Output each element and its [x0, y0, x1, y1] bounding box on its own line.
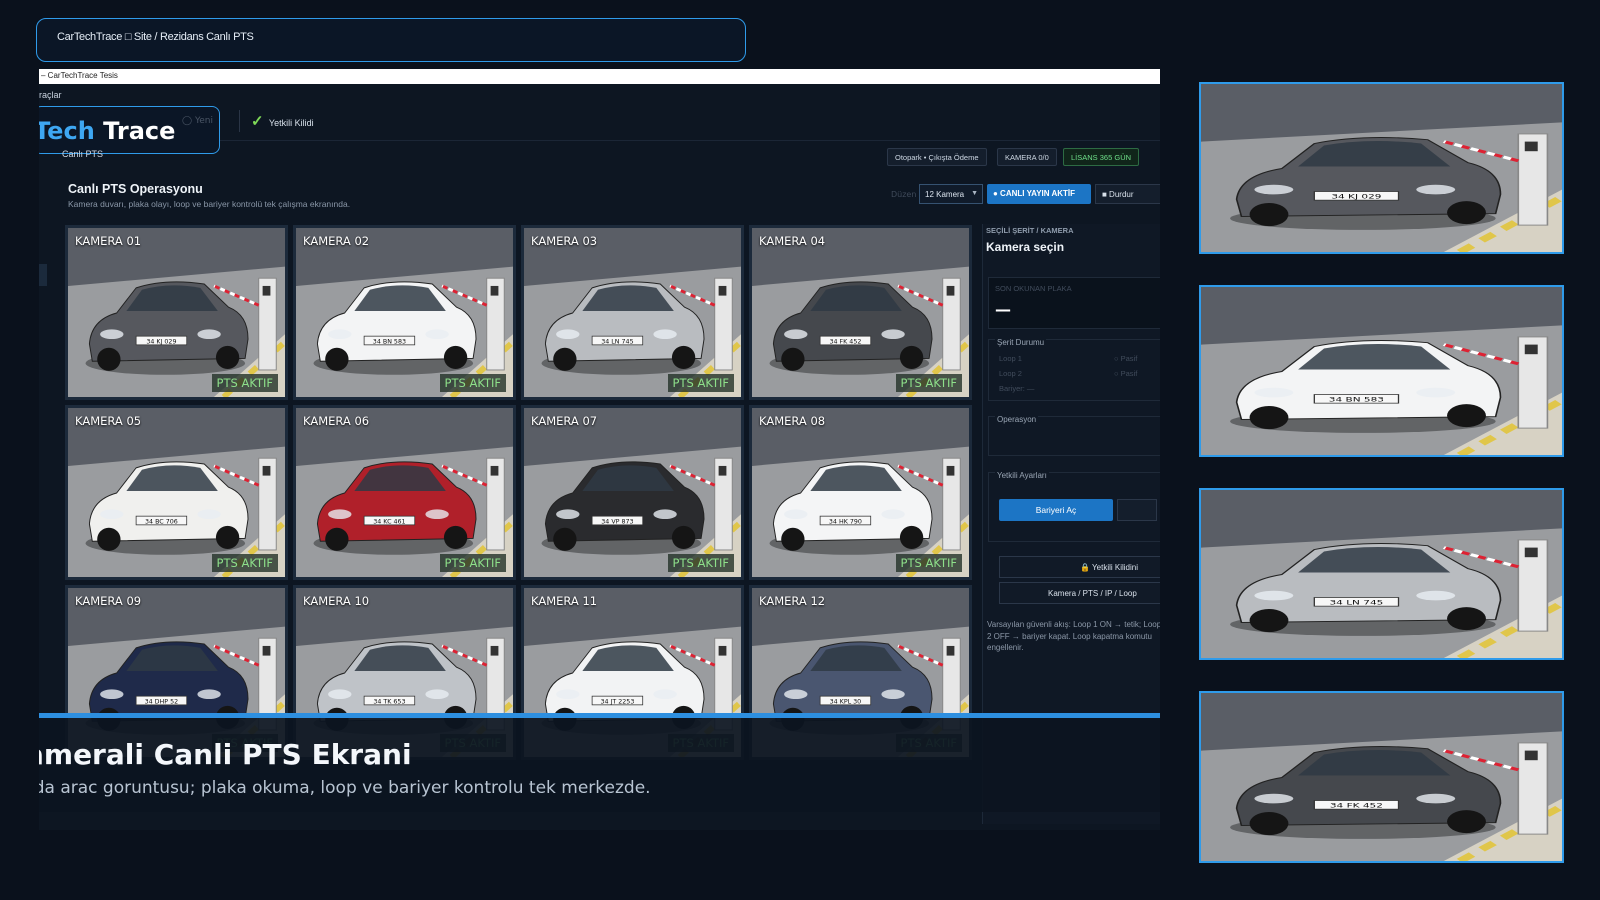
operation-title: Canlı PTS Operasyonu [68, 182, 203, 196]
license-chip[interactable]: LİSANS 365 GÜN [1063, 148, 1140, 166]
camera-tile[interactable]: 34 LN 745 KAMERA 03 PTS AKTIF [521, 225, 744, 400]
svg-text:34 TK 653: 34 TK 653 [373, 698, 405, 705]
loop2-state: ○ Pasif [1114, 369, 1138, 378]
camera-count-chip[interactable]: KAMERA 0/0 [997, 148, 1057, 166]
svg-text:34 LN 745: 34 LN 745 [1329, 600, 1383, 607]
lane-status-section: Şerit Durumu Loop 1 ○ Pasif Loop 2 ○ Pas… [988, 338, 1160, 401]
loop1-label: Loop 1 [999, 354, 1022, 363]
svg-text:34 BN 583: 34 BN 583 [373, 338, 406, 345]
operation-header: Canlı PTS Operasyonu Kamera duvarı, plak… [62, 176, 1160, 218]
camera-status-badge: PTS AKTIF [895, 374, 962, 392]
banner-subtitle: ıda arac goruntusu; plaka okuma, loop ve… [39, 778, 651, 798]
camera-label: KAMERA 03 [531, 234, 598, 248]
camera-label: KAMERA 12 [759, 594, 826, 608]
panel-title: Kamera seçin [986, 240, 1065, 254]
window-title: – CarTechTrace Tesis [39, 69, 1160, 84]
authorized-settings-section: Yetkili Ayarları [988, 471, 1160, 542]
camera-settings-button[interactable]: Kamera / PTS / IP / Loop [999, 582, 1160, 604]
camera-thumbnail-2[interactable]: 34 BN 583 [1199, 285, 1564, 457]
camera-status-badge: PTS AKTIF [211, 554, 278, 572]
authorized-settings-label: Yetkili Ayarları [995, 471, 1049, 480]
operation-label: Operasyon [995, 415, 1039, 424]
svg-text:34 KJ 029: 34 KJ 029 [1331, 194, 1381, 201]
toolbar: Tech Trace ◯ Yeni ✓ Yetkili Kilidi [39, 104, 1160, 154]
camera-tile[interactable]: 34 KJ 029 KAMERA 01 PTS AKTIF [65, 225, 288, 400]
camera-status-badge: PTS AKTIF [895, 554, 962, 572]
authorized-lock-button[interactable]: ✓ Yetkili Kilidi [251, 112, 314, 130]
camera-tile[interactable]: 34 HK 790 KAMERA 08 PTS AKTIF [749, 405, 972, 580]
camera-label: KAMERA 04 [759, 234, 826, 248]
camera-status-badge: PTS AKTIF [211, 374, 278, 392]
svg-text:34 BC 706: 34 BC 706 [145, 518, 178, 525]
authorized-lock-label: Yetkili Kilidi [268, 118, 314, 128]
new-button[interactable]: ◯ Yeni [182, 116, 213, 126]
camera-layout-select[interactable]: 12 Kamera ▼ [919, 184, 983, 204]
authorized-unlock-button[interactable]: 🔒 Yetkili Kilidini [999, 556, 1160, 578]
camera-label: KAMERA 01 [75, 234, 142, 248]
camera-label: KAMERA 10 [303, 594, 370, 608]
stop-button[interactable]: ■ Durdur [1095, 184, 1160, 204]
svg-text:34 KC 461: 34 KC 461 [373, 518, 405, 525]
page-title: Canlı PTS [62, 149, 104, 159]
camera-label: KAMERA 07 [531, 414, 598, 428]
camera-label: KAMERA 08 [759, 414, 826, 428]
safety-note: Varsayılan güvenli akış: Loop 1 ON → tet… [987, 620, 1160, 652]
svg-text:34 FK 452: 34 FK 452 [829, 338, 861, 345]
page-breadcrumb-bar: CarTechTrace □ Site / Rezidans Canlı PTS [36, 18, 746, 62]
breadcrumb-text: CarTechTrace □ Site / Rezidans Canlı PTS [57, 31, 254, 43]
status-row: Canlı PTS Otopark • Çıkışta Ödeme KAMERA… [39, 141, 1160, 171]
svg-text:34 HK 790: 34 HK 790 [829, 518, 862, 525]
camera-label: KAMERA 06 [303, 414, 370, 428]
camera-tile[interactable]: 34 BC 706 KAMERA 05 PTS AKTIF [65, 405, 288, 580]
camera-thumbnail-3[interactable]: 34 LN 745 [1199, 488, 1564, 660]
loop2-label: Loop 2 [999, 369, 1022, 378]
camera-label: KAMERA 11 [531, 594, 598, 608]
svg-text:34 KPL 30: 34 KPL 30 [830, 698, 862, 705]
banner-title: amerali Canli PTS Ekrani [39, 738, 412, 771]
app-screenshot: – CarTechTrace Tesis raçlar Tech Trace ◯… [39, 69, 1160, 830]
svg-text:34 FK 452: 34 FK 452 [1330, 803, 1383, 810]
sidebar-collapsed[interactable] [39, 264, 47, 286]
camera-tile[interactable]: 34 VP 873 KAMERA 07 PTS AKTIF [521, 405, 744, 580]
menu-bar: raçlar [39, 84, 1160, 104]
svg-text:34 DHP 52: 34 DHP 52 [145, 698, 179, 705]
menu-item-tools[interactable]: raçlar [39, 90, 62, 100]
camera-tile[interactable]: 34 KC 461 KAMERA 06 PTS AKTIF [293, 405, 516, 580]
operation-subtitle: Kamera duvarı, plaka olayı, loop ve bari… [68, 199, 351, 209]
plate-value: — [995, 300, 1011, 319]
svg-text:34 JT 2253: 34 JT 2253 [600, 698, 634, 705]
last-plate-box: SON OKUNAN PLAKA — [988, 277, 1160, 329]
camera-thumbnail-4[interactable]: 34 FK 452 [1199, 691, 1564, 863]
svg-text:34 KJ 029: 34 KJ 029 [146, 338, 176, 345]
lane-status-label: Şerit Durumu [995, 338, 1047, 347]
panel-caption: SEÇİLİ ŞERİT / KAMERA [986, 226, 1074, 235]
camera-tile[interactable]: 34 BN 583 KAMERA 02 PTS AKTIF [293, 225, 516, 400]
chevron-down-icon: ▼ [971, 190, 978, 197]
barrier-status: Bariyer: — [999, 384, 1035, 393]
camera-status-badge: PTS AKTIF [439, 554, 506, 572]
camera-thumbnail-1[interactable]: 34 KJ 029 [1199, 82, 1564, 254]
check-icon: ✓ [251, 113, 264, 130]
camera-layout-value: 12 Kamera [925, 190, 965, 199]
live-stream-button[interactable]: ● CANLI YAYIN AKTİF [987, 184, 1091, 204]
operation-section: Operasyon [988, 415, 1160, 456]
svg-text:34 LN 745: 34 LN 745 [601, 338, 633, 345]
svg-text:34 BN 583: 34 BN 583 [1329, 397, 1384, 404]
camera-label: KAMERA 02 [303, 234, 370, 248]
camera-tile[interactable]: 34 FK 452 KAMERA 04 PTS AKTIF [749, 225, 972, 400]
toolbar-divider [239, 110, 240, 132]
camera-status-badge: PTS AKTIF [439, 374, 506, 392]
parking-mode-chip[interactable]: Otopark • Çıkışta Ödeme [887, 148, 987, 166]
camera-wall: 34 KJ 029 KAMERA 01 PTS AKTIF 34 BN 583 K… [65, 225, 980, 765]
camera-label: KAMERA 05 [75, 414, 142, 428]
plate-caption: SON OKUNAN PLAKA [995, 284, 1072, 293]
svg-text:34 VP 873: 34 VP 873 [601, 518, 633, 525]
loop1-state: ○ Pasif [1114, 354, 1138, 363]
caption-banner: amerali Canli PTS Ekrani ıda arac gorunt… [39, 713, 1160, 812]
camera-status-badge: PTS AKTIF [667, 554, 734, 572]
camera-label: KAMERA 09 [75, 594, 142, 608]
layout-label: Düzen [891, 190, 917, 199]
camera-status-badge: PTS AKTIF [667, 374, 734, 392]
